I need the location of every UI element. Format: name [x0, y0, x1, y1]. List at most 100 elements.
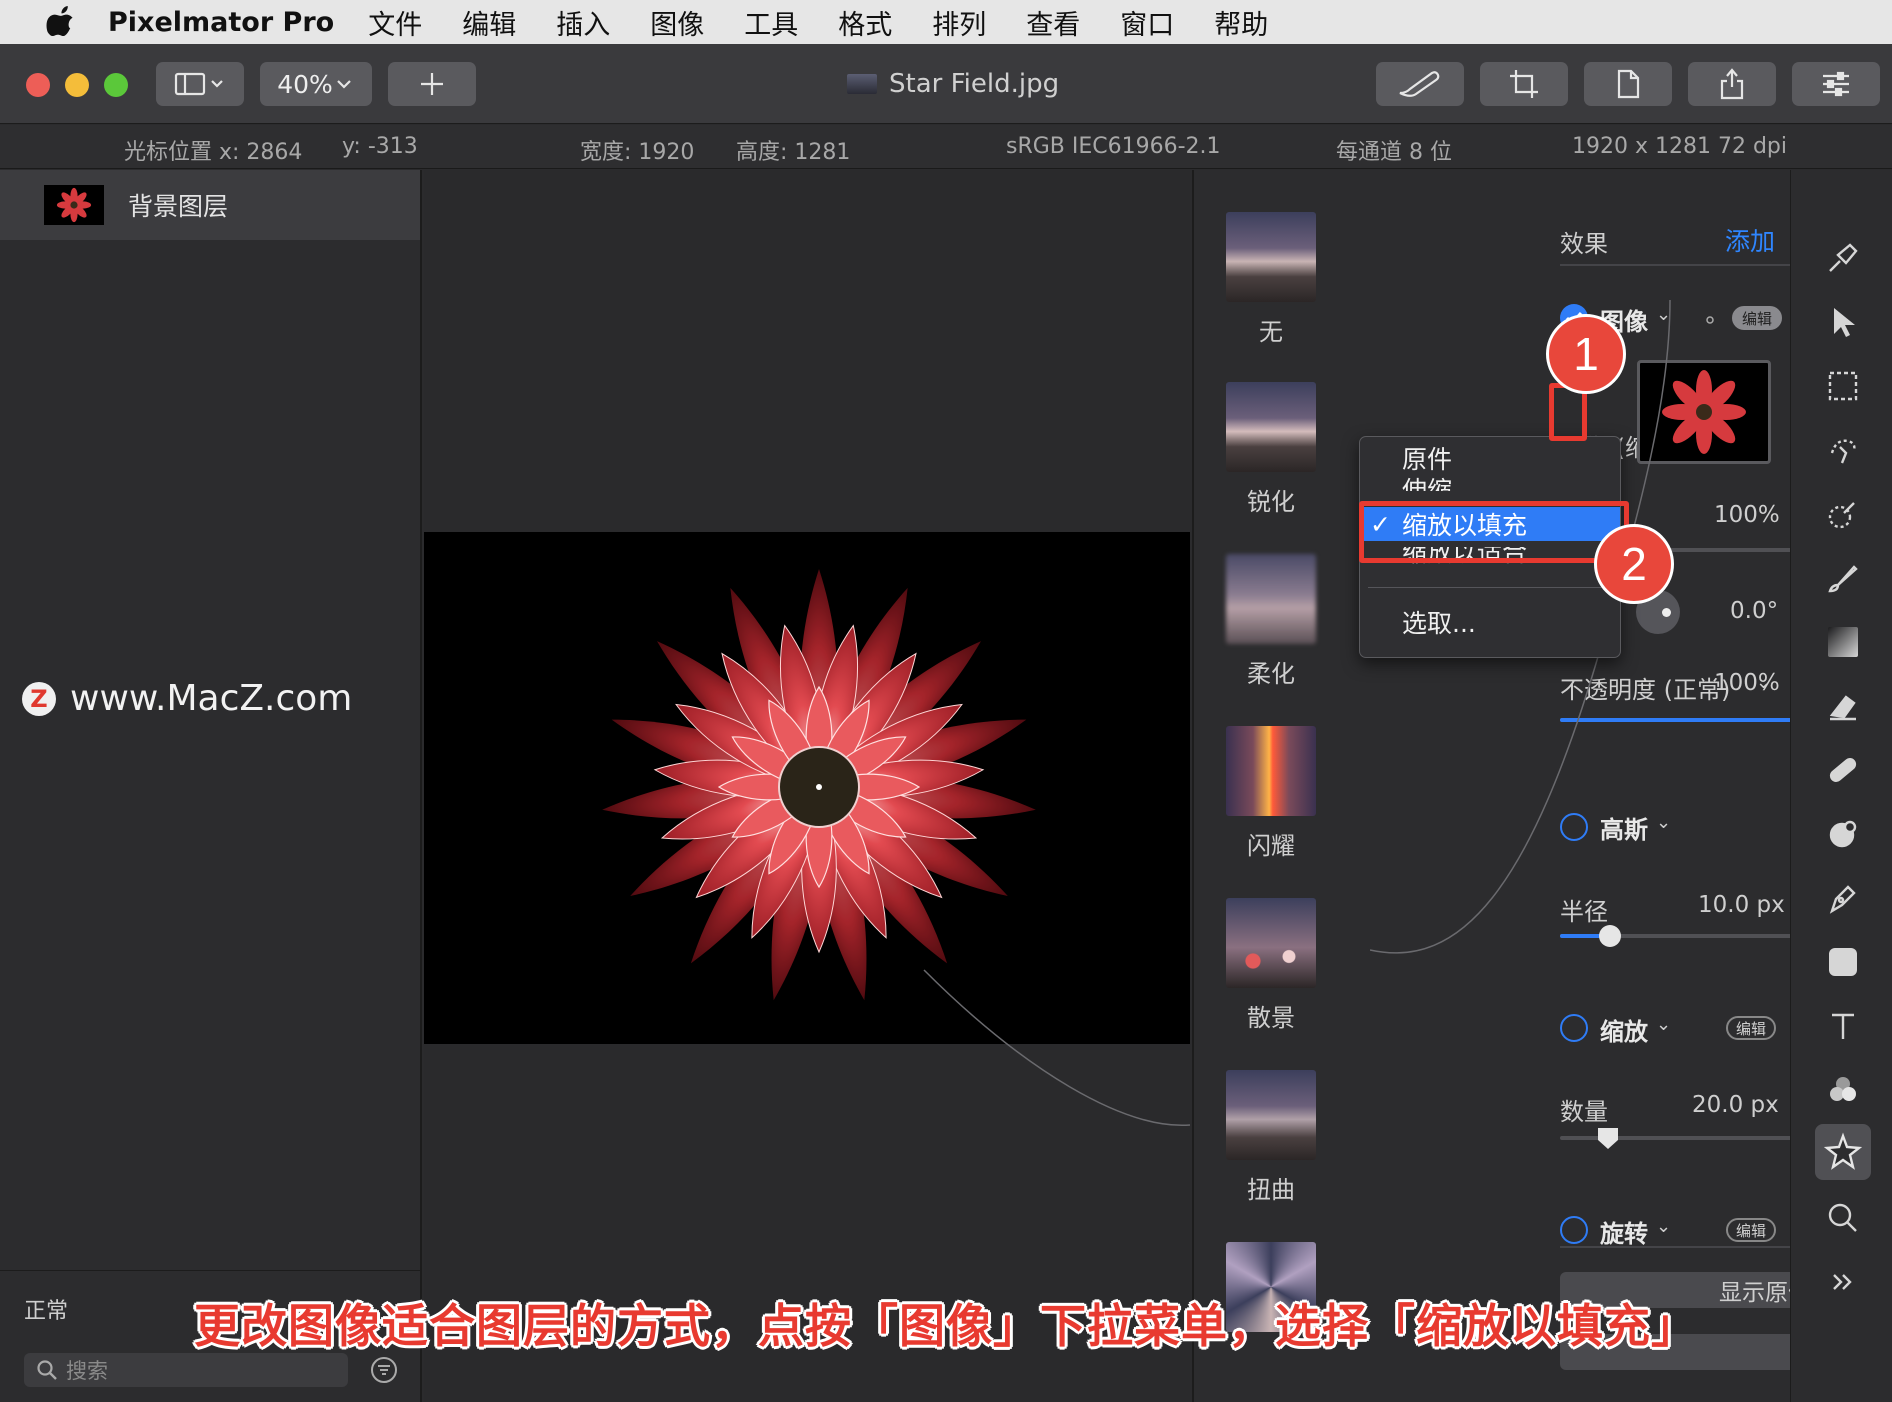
menu-window[interactable]: 窗口 — [1120, 3, 1174, 42]
selection-tool[interactable] — [1821, 364, 1865, 408]
radius-slider-knob[interactable] — [1599, 925, 1621, 947]
flower-image — [602, 569, 1036, 1001]
menu-view[interactable]: 查看 — [1026, 3, 1080, 42]
effects-tool[interactable] — [1815, 1124, 1871, 1180]
style-tool[interactable] — [1821, 236, 1865, 280]
document-image[interactable] — [424, 532, 1190, 1044]
sidebar-toggle-button[interactable] — [156, 62, 244, 106]
menu-edit[interactable]: 编辑 — [462, 3, 516, 42]
menu-file[interactable]: 文件 — [368, 3, 422, 42]
pointer-icon — [1834, 308, 1855, 337]
preset-sharpen[interactable]: 锐化 — [1226, 382, 1316, 517]
preset-thumbnail — [1226, 554, 1316, 644]
add-effect-button[interactable]: 添加 — [1725, 222, 1775, 258]
distort-tool[interactable] — [1821, 812, 1865, 856]
pen-tool[interactable] — [1821, 876, 1865, 920]
menu-item-original[interactable]: 原件 — [1360, 441, 1620, 475]
zoom-edit-badge[interactable]: 编辑 — [1726, 1016, 1777, 1040]
share-icon — [1720, 68, 1744, 100]
app-name-menu[interactable]: Pixelmator Pro — [108, 7, 334, 38]
menu-help[interactable]: 帮助 — [1214, 3, 1268, 42]
quick-select-tool[interactable] — [1821, 428, 1865, 472]
menu-arrange[interactable]: 排列 — [932, 3, 986, 42]
sidebar-icon — [174, 72, 223, 96]
height-readout: 高度: 1281 — [736, 140, 851, 165]
zoom-value: 40% — [277, 69, 333, 99]
share-button[interactable] — [1688, 62, 1776, 106]
rotate-edit-badge[interactable]: 编辑 — [1726, 1218, 1777, 1242]
menu-item-choose[interactable]: 选取... — [1360, 605, 1620, 639]
menu-tools[interactable]: 工具 — [744, 3, 798, 42]
chevron-down-icon[interactable]: ⌄ — [1656, 812, 1671, 833]
preset-glow[interactable]: 闪耀 — [1226, 726, 1316, 861]
menu-separator — [1368, 587, 1612, 588]
bandage-icon — [1829, 758, 1857, 782]
apple-icon[interactable] — [40, 6, 82, 38]
bit-depth-readout: 每通道 8 位 — [1336, 140, 1452, 165]
color-tool[interactable] — [1821, 1068, 1865, 1112]
crop-icon — [1510, 70, 1538, 98]
layer-row[interactable]: 背景图层 — [0, 170, 420, 240]
minimize-window-button[interactable] — [65, 73, 89, 97]
format-button[interactable] — [1584, 62, 1672, 106]
canvas-area[interactable] — [424, 170, 1190, 1402]
gaussian-effect-toggle[interactable] — [1560, 813, 1588, 841]
rotate-effect-toggle[interactable] — [1560, 1216, 1588, 1244]
add-button[interactable] — [388, 62, 476, 106]
close-window-button[interactable] — [26, 73, 50, 97]
crop-button[interactable] — [1480, 62, 1568, 106]
macz-logo-icon: Z — [22, 681, 56, 716]
gradient-tool[interactable] — [1821, 620, 1865, 664]
filter-icon[interactable] — [370, 1356, 398, 1384]
search-placeholder: 搜索 — [66, 1359, 108, 1383]
document-info-bar: 光标位置 x: 2864 y: -313 宽度: 1920 高度: 1281 s… — [0, 125, 1892, 169]
image-fill-thumbnail[interactable] — [1637, 360, 1771, 464]
preset-none[interactable]: 无 — [1226, 212, 1316, 347]
preset-thumbnail — [1226, 1070, 1316, 1160]
menu-insert[interactable]: 插入 — [556, 3, 610, 42]
effects-header: 效果 — [1560, 230, 1608, 258]
preset-distort[interactable]: 扭曲 — [1226, 1070, 1316, 1205]
layer-thumbnail — [44, 185, 104, 225]
gradient-icon — [1828, 627, 1858, 657]
image-edit-badge[interactable]: 编辑 — [1732, 306, 1783, 330]
rotate-effect-title[interactable]: 旋转 — [1600, 1214, 1648, 1249]
gaussian-effect-title[interactable]: 高斯 — [1600, 810, 1648, 845]
annotation-box-scale-to-fill — [1359, 501, 1629, 563]
paint-tool[interactable] — [1821, 556, 1865, 600]
opacity-label[interactable]: 不透明度 (正常) — [1560, 670, 1730, 705]
zoom-effect-toggle[interactable] — [1560, 1014, 1588, 1042]
retouch-tool[interactable] — [1821, 748, 1865, 792]
preset-label: 柔化 — [1247, 660, 1295, 688]
layer-name: 背景图层 — [128, 192, 229, 221]
menu-image[interactable]: 图像 — [650, 3, 704, 42]
menu-format[interactable]: 格式 — [838, 3, 892, 42]
layer-search-input[interactable]: 搜索 — [24, 1353, 348, 1387]
zoom-effect-title[interactable]: 缩放 — [1600, 1012, 1648, 1047]
zoom-tool[interactable] — [1821, 1196, 1865, 1240]
zoom-dropdown[interactable]: 40% — [260, 62, 372, 106]
distort-icon — [1829, 820, 1857, 848]
erase-tool[interactable] — [1821, 684, 1865, 728]
menu-item-stretch[interactable]: 伸缩 — [1360, 471, 1620, 491]
type-tool[interactable] — [1821, 1004, 1865, 1048]
color-adjust-tool[interactable] — [1821, 492, 1865, 536]
paint-tool-button[interactable] — [1376, 62, 1464, 106]
chevron-down-icon[interactable]: ⌄ — [1656, 1216, 1671, 1237]
preset-soften[interactable]: 柔化 — [1226, 554, 1316, 689]
adjustments-button[interactable] — [1792, 62, 1880, 106]
zoom-window-button[interactable] — [104, 73, 128, 97]
quick-selection-icon — [1830, 439, 1856, 464]
preset-thumbnail — [1226, 726, 1316, 816]
effects-presets-column: 无 锐化 柔化 闪耀 散景 扭曲 — [1192, 170, 1370, 1402]
shape-tool[interactable] — [1821, 940, 1865, 984]
plus-icon — [421, 73, 443, 95]
chevron-down-icon[interactable]: ⌄ — [1656, 304, 1671, 325]
step-1-badge: 1 — [1546, 314, 1626, 394]
amount-slider-knob[interactable] — [1596, 1126, 1620, 1150]
cursor-x-readout: 光标位置 x: 2864 — [124, 140, 303, 165]
chevron-down-icon[interactable]: ⌄ — [1656, 1014, 1671, 1035]
pixelmator-window: Pixelmator Pro 文件 编辑 插入 图像 工具 格式 排列 查看 窗… — [0, 0, 1892, 1402]
preset-bokeh[interactable]: 散景 — [1226, 898, 1316, 1033]
arrange-tool[interactable] — [1821, 300, 1865, 344]
